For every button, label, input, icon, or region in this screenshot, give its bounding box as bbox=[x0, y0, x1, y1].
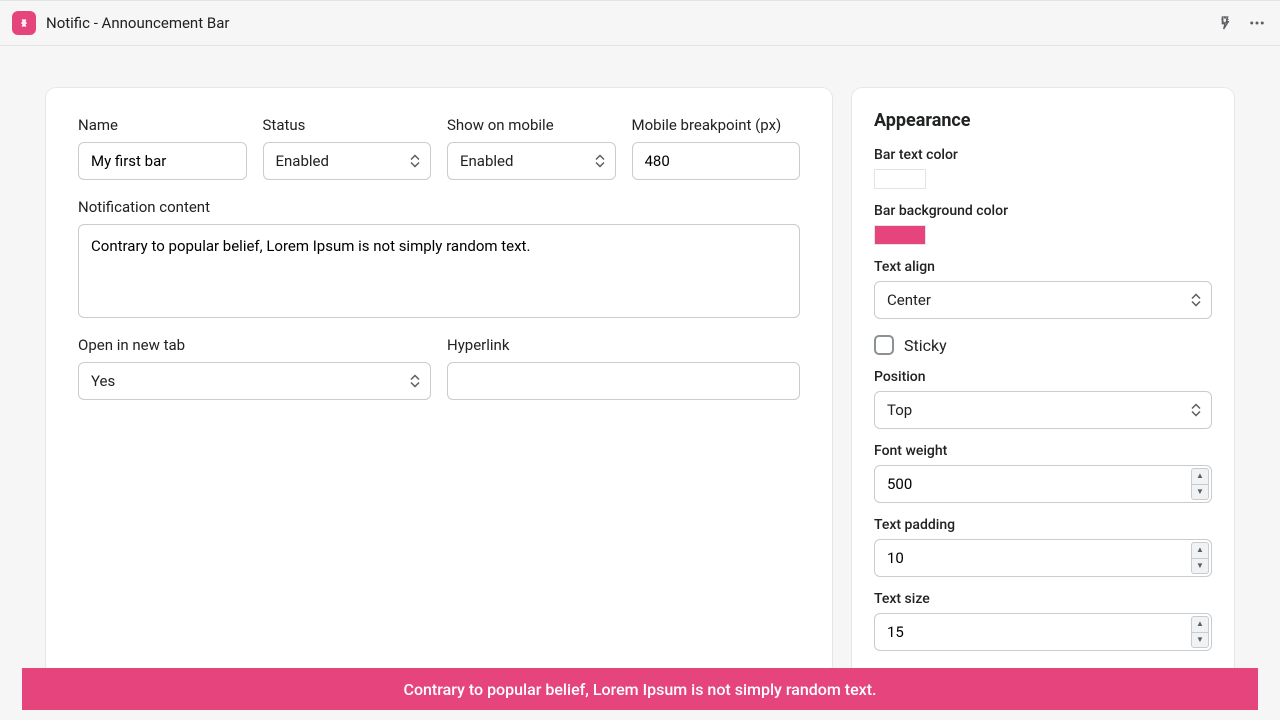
sticky-label: Sticky bbox=[904, 336, 947, 355]
breakpoint-input[interactable] bbox=[632, 142, 801, 180]
bg-color-label: Bar background color bbox=[874, 203, 1212, 219]
show-mobile-label: Show on mobile bbox=[447, 116, 616, 134]
app-icon bbox=[12, 11, 36, 35]
font-weight-label: Font weight bbox=[874, 443, 1212, 459]
stepper-up-icon[interactable]: ▲ bbox=[1191, 542, 1209, 558]
text-align-select[interactable]: Center bbox=[874, 281, 1212, 319]
status-select[interactable]: Enabled bbox=[263, 142, 432, 180]
content-textarea[interactable] bbox=[78, 224, 800, 318]
show-mobile-select[interactable]: Enabled bbox=[447, 142, 616, 180]
position-select[interactable]: Top bbox=[874, 391, 1212, 429]
chevron-updown-icon bbox=[1191, 294, 1201, 307]
font-weight-input[interactable]: ▲ ▼ bbox=[874, 465, 1212, 503]
stepper-down-icon[interactable]: ▼ bbox=[1191, 632, 1209, 649]
text-color-label: Bar text color bbox=[874, 147, 1212, 163]
text-padding-input[interactable]: ▲ ▼ bbox=[874, 539, 1212, 577]
hyperlink-input[interactable] bbox=[447, 362, 800, 400]
position-label: Position bbox=[874, 369, 1212, 385]
stepper-down-icon[interactable]: ▼ bbox=[1191, 558, 1209, 575]
text-color-swatch[interactable] bbox=[874, 169, 926, 189]
name-input[interactable] bbox=[78, 142, 247, 180]
text-size-input[interactable]: ▲ ▼ bbox=[874, 613, 1212, 651]
text-size-label: Text size bbox=[874, 591, 1212, 607]
more-icon[interactable] bbox=[1246, 12, 1268, 34]
appearance-card: Appearance Bar text color Bar background… bbox=[852, 88, 1234, 675]
stepper-down-icon[interactable]: ▼ bbox=[1191, 484, 1209, 501]
settings-card: Name Status Enabled Show on mobile bbox=[46, 88, 832, 675]
chevron-updown-icon bbox=[595, 155, 605, 168]
chevron-updown-icon bbox=[1191, 404, 1201, 417]
text-align-label: Text align bbox=[874, 259, 1212, 275]
stepper-up-icon[interactable]: ▲ bbox=[1191, 616, 1209, 632]
text-padding-label: Text padding bbox=[874, 517, 1212, 533]
chevron-updown-icon bbox=[410, 155, 420, 168]
preview-bar: Contrary to popular belief, Lorem Ipsum … bbox=[22, 668, 1258, 710]
newtab-select[interactable]: Yes bbox=[78, 362, 431, 400]
topbar: Notific - Announcement Bar bbox=[0, 0, 1280, 46]
content-label: Notification content bbox=[78, 198, 800, 216]
newtab-label: Open in new tab bbox=[78, 336, 431, 354]
chevron-updown-icon bbox=[410, 375, 420, 388]
appearance-title: Appearance bbox=[874, 110, 1212, 131]
stepper-up-icon[interactable]: ▲ bbox=[1191, 468, 1209, 484]
bg-color-swatch[interactable] bbox=[874, 225, 926, 245]
pin-icon[interactable] bbox=[1214, 12, 1236, 34]
name-label: Name bbox=[78, 116, 247, 134]
hyperlink-label: Hyperlink bbox=[447, 336, 800, 354]
breakpoint-label: Mobile breakpoint (px) bbox=[632, 116, 801, 134]
status-label: Status bbox=[263, 116, 432, 134]
sticky-checkbox[interactable] bbox=[874, 335, 894, 355]
app-title: Notific - Announcement Bar bbox=[46, 14, 229, 32]
